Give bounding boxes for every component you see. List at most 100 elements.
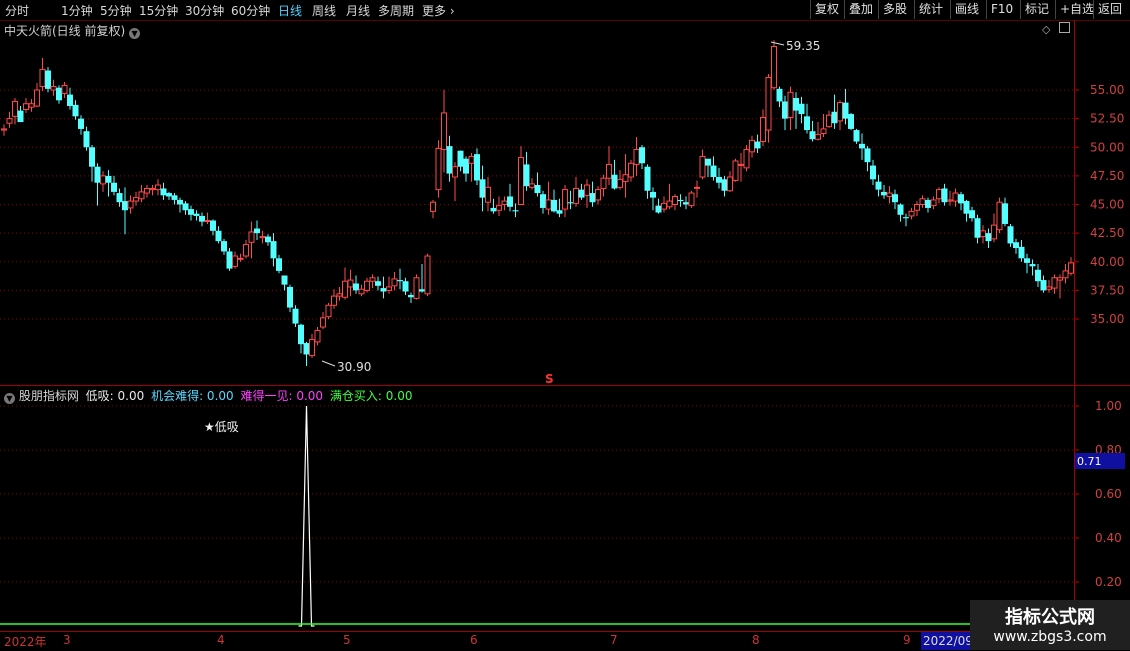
button-back[interactable]: 返回 (1093, 0, 1126, 19)
candle-body (149, 187, 156, 191)
candle-body (760, 116, 766, 143)
button-multi-stock[interactable]: 多股 (878, 0, 911, 19)
candle-body (732, 160, 739, 181)
tab-more[interactable]: 更多 › (422, 2, 455, 19)
candle-body (364, 280, 370, 291)
watermark-url: www.zbgs3.com (993, 629, 1107, 645)
main-chart-title[interactable]: 中天火箭(日线 前复权) ▼ (4, 22, 141, 39)
candle-body (303, 343, 310, 355)
y-tick-label: 45.00 (1090, 198, 1124, 212)
period-toolbar: 分时 1分钟 5分钟 15分钟 30分钟 60分钟 日线 周线 月线 多周期 更… (0, 0, 1130, 21)
x-label-month: 4 (217, 633, 225, 647)
candle-body (281, 275, 288, 285)
candle-body (1013, 242, 1019, 249)
y-tick-label: 0.60 (1095, 487, 1122, 501)
y-tick-label: 0.40 (1095, 531, 1122, 545)
tab-1min[interactable]: 1分钟 (61, 2, 93, 19)
candle-body (831, 111, 838, 124)
candle-body (782, 101, 788, 119)
y-tick-label: 37.50 (1090, 283, 1124, 297)
field-jihui: 机会难得: 0.00 (151, 389, 234, 403)
tab-60min[interactable]: 60分钟 (231, 2, 270, 19)
candle-body (518, 157, 524, 205)
indicator-grid (0, 405, 1074, 583)
panel-toggle-icon[interactable] (1059, 22, 1070, 33)
tab-fenshi[interactable]: 分时 (5, 2, 29, 19)
tab-15min[interactable]: 15分钟 (139, 2, 178, 19)
x-label-year: 2022年 (4, 635, 47, 649)
indicator-name[interactable]: 股朋指标网 (19, 389, 79, 403)
candle-body (996, 201, 1003, 231)
candle-body (1062, 270, 1069, 279)
candle-body (523, 164, 530, 187)
candle-body (105, 175, 112, 183)
candle-body (331, 295, 337, 306)
candle-body (529, 183, 535, 188)
candle-body (936, 189, 942, 200)
indicator-chart[interactable]: 1.000.800.600.400.20 ★低吸 0.71 (0, 386, 1130, 630)
candle-body (881, 191, 887, 196)
button-add-watchlist[interactable]: +自选 (1055, 0, 1098, 19)
button-fuquan[interactable]: 复权 (810, 0, 843, 19)
candle-body (947, 199, 953, 202)
candle-body (666, 200, 673, 208)
candlestick-chart[interactable]: 55.00 52.50 50.00 47.50 45.00 42.50 40.00 37.50… (0, 20, 1130, 385)
candle-body (820, 128, 827, 135)
candle-body (375, 281, 381, 286)
button-draw-line[interactable]: 画线 (950, 0, 983, 19)
tab-30min[interactable]: 30分钟 (185, 2, 224, 19)
candle-body (204, 220, 211, 223)
candle-body (457, 150, 464, 167)
diamond-icon[interactable]: ◇ (1042, 23, 1050, 36)
field-nande: 难得一见: 0.00 (240, 389, 324, 403)
tab-daily[interactable]: 日线 (278, 2, 302, 19)
candle-body (892, 194, 898, 203)
candle-body (1046, 286, 1052, 290)
button-mark[interactable]: 标记 (1020, 0, 1053, 19)
tab-multi-period[interactable]: 多周期 (378, 2, 414, 19)
candle-body (188, 209, 194, 215)
tab-more-label: 更多 (422, 4, 447, 18)
candle-body (171, 195, 178, 200)
candle-body (452, 166, 458, 178)
candle-body (485, 186, 491, 203)
candle-body (397, 280, 403, 282)
tab-monthly[interactable]: 月线 (346, 2, 370, 19)
button-overlay[interactable]: 叠加 (844, 0, 877, 19)
candle-body (144, 187, 150, 194)
candle-body (391, 278, 398, 287)
candle-body (479, 179, 486, 198)
candle-body (864, 148, 871, 163)
candle-body (320, 317, 326, 328)
tab-5min[interactable]: 5分钟 (100, 2, 132, 19)
chevron-down-icon[interactable]: ▼ (4, 393, 15, 404)
candle-body (160, 188, 167, 196)
candle-body (809, 131, 816, 140)
candle-body (298, 324, 304, 345)
candle-body (34, 89, 40, 107)
chevron-down-icon[interactable]: ▼ (129, 28, 141, 39)
candle-body (166, 193, 172, 197)
candle-body (259, 236, 266, 239)
candle-body (474, 154, 480, 181)
candle-body (39, 68, 46, 88)
candle-body (1068, 262, 1074, 274)
watermark-title: 指标公式网 (1005, 607, 1095, 628)
candle-body (100, 175, 106, 185)
y-tick-label: 52.50 (1090, 112, 1124, 126)
candle-body (952, 192, 959, 202)
y-tick-label: 0.20 (1095, 575, 1122, 589)
candle-body (771, 45, 777, 89)
candle-body (1029, 264, 1036, 267)
button-f10[interactable]: F10 (986, 0, 1017, 19)
candle-body (903, 217, 909, 219)
y-tick-label: 35.00 (1090, 312, 1124, 326)
candle-body (716, 177, 722, 183)
tab-weekly[interactable]: 周线 (312, 2, 336, 19)
candle-body (56, 87, 62, 101)
button-stats[interactable]: 统计 (914, 0, 947, 19)
candle-body (265, 236, 271, 243)
candle-body (490, 207, 497, 212)
candle-body (875, 181, 882, 190)
signal-line (0, 405, 1074, 627)
